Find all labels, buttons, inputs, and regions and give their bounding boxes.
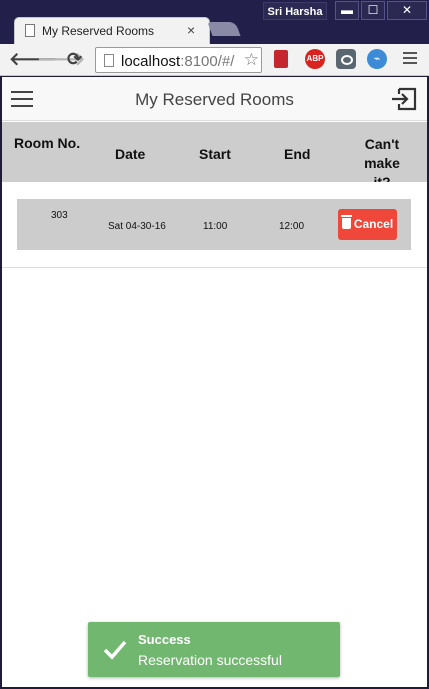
page-icon [104, 54, 114, 67]
checkmark-icon [103, 640, 127, 660]
cancel-button[interactable]: Cancel [338, 209, 397, 240]
close-window-button[interactable]: ✕ [387, 1, 427, 20]
column-room: Room No. [14, 135, 81, 151]
pulse-extension-icon[interactable]: ⌁ [367, 49, 387, 69]
column-date: Date [115, 146, 146, 162]
reservation-date: Sat 04-30-16 [108, 221, 166, 232]
url-text: localhost:8100/#/ [121, 53, 243, 70]
toast-title: Success [138, 632, 191, 647]
success-toast[interactable]: Success Reservation successful [88, 622, 340, 677]
reservation-list: 303 Sat 04-30-16 11:00 12:00 Cancel [2, 182, 427, 268]
table-header: Room No. Date Start End Can't make it? [2, 122, 427, 190]
column-cancel-line1: Can't [364, 136, 400, 152]
url-path: :8100/#/ [180, 53, 235, 70]
cancel-label: Cancel [353, 217, 394, 231]
new-tab-button[interactable] [207, 22, 241, 36]
maximize-button[interactable]: ☐ [361, 1, 385, 20]
tab-title: My Reserved Rooms [42, 24, 155, 38]
table-row: 303 Sat 04-30-16 11:00 12:00 Cancel [17, 199, 411, 250]
room-number: 303 [51, 210, 68, 221]
page-icon [25, 24, 35, 37]
browser-toolbar: 🡐 🡒 ⟳ localhost:8100/#/ ☆ ABP ⌁ [0, 44, 429, 76]
app-header: My Reserved Rooms [2, 77, 427, 121]
start-time: 11:00 [203, 221, 228, 232]
address-bar[interactable]: localhost:8100/#/ ☆ [95, 47, 262, 73]
browser-menu-icon[interactable] [403, 52, 417, 67]
bookmark-star-icon[interactable]: ☆ [244, 50, 259, 70]
toast-message: Reservation successful [138, 652, 282, 668]
bookmark-extension-icon[interactable] [274, 50, 288, 68]
app-viewport: My Reserved Rooms Room No. Date Start En… [2, 77, 427, 687]
reload-icon[interactable]: ⟳ [67, 49, 82, 70]
column-end: End [284, 146, 311, 162]
browser-title-bar: Sri Harsha ▬ ☐ ✕ My Reserved Rooms × [0, 0, 429, 44]
page-title: My Reserved Rooms [135, 90, 294, 109]
url-host: localhost [121, 53, 181, 70]
tab-close-icon[interactable]: × [187, 22, 195, 38]
browser-tab[interactable]: My Reserved Rooms × [14, 17, 210, 44]
minimize-button[interactable]: ▬ [335, 1, 359, 20]
profile-name[interactable]: Sri Harsha [263, 2, 327, 20]
end-time: 12:00 [279, 221, 305, 232]
adblock-icon[interactable]: ABP [305, 49, 325, 69]
column-start: Start [199, 146, 231, 162]
sign-out-icon[interactable] [391, 87, 417, 111]
eye-extension-icon[interactable] [336, 49, 356, 69]
trash-icon [340, 215, 352, 229]
